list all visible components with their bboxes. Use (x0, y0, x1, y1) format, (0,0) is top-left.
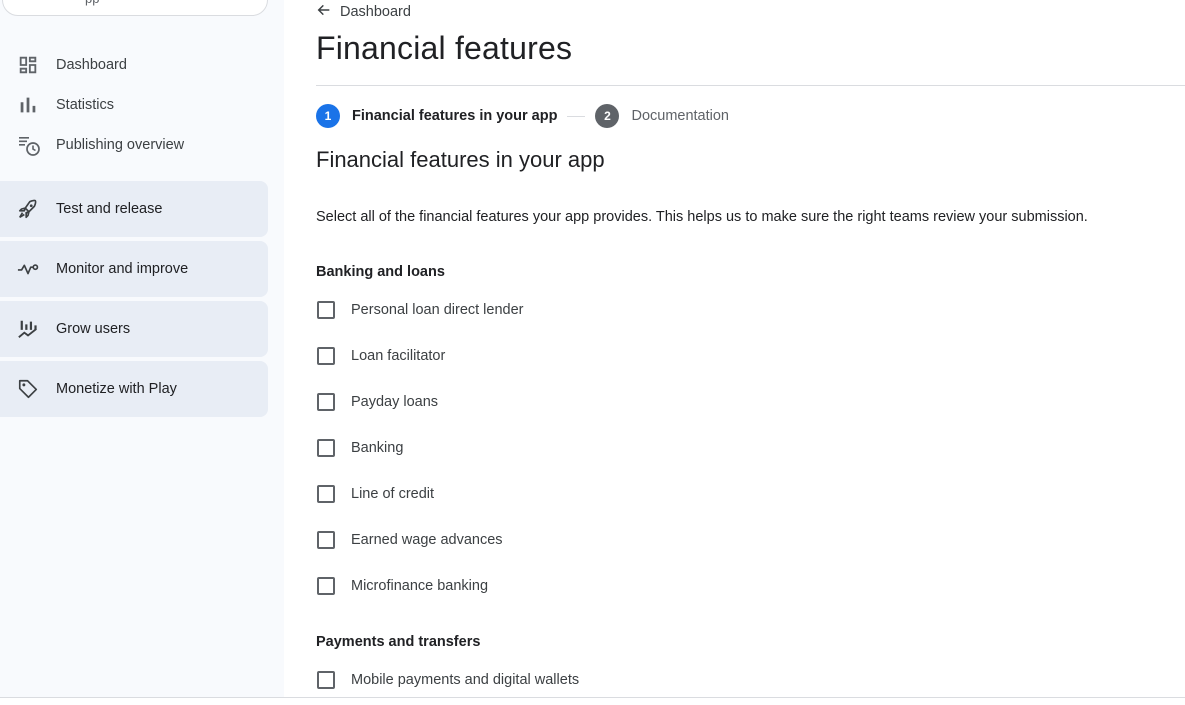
tag-icon (0, 378, 56, 400)
checkbox-label: Mobile payments and digital wallets (351, 672, 580, 688)
sidebar-item-dashboard[interactable]: Dashboard (0, 45, 268, 85)
checkbox-label: Line of credit (351, 486, 435, 502)
growth-chart-icon (0, 318, 56, 340)
group-heading-payments-and-transfers: Payments and transfers (316, 634, 481, 650)
checkbox-option[interactable]: Earned wage advances (316, 531, 503, 549)
section-description: Select all of the financial features you… (316, 209, 1088, 225)
checkbox[interactable] (317, 577, 335, 595)
checkbox-option[interactable]: Personal loan direct lender (316, 301, 524, 319)
checkbox[interactable] (317, 301, 335, 319)
checkbox[interactable] (317, 439, 335, 457)
stepper: 1 Financial features in your app 2 Docum… (316, 103, 729, 129)
sidebar-group-grow-users[interactable]: Grow users (0, 301, 268, 357)
checkbox[interactable] (317, 531, 335, 549)
arrow-back-icon (316, 2, 332, 22)
step-1-label[interactable]: Financial features in your app (352, 108, 557, 124)
checkbox-option[interactable]: Microfinance banking (316, 577, 488, 595)
section-title: Financial features in your app (316, 147, 605, 172)
checkbox-label: Microfinance banking (351, 578, 489, 594)
checkbox-label: Personal loan direct lender (351, 302, 524, 318)
sidebar: pp Dashboard Statistics Publishing overv… (0, 0, 284, 697)
sidebar-item-publishing-overview[interactable]: Publishing overview (0, 125, 268, 165)
checkbox-label: Banking (351, 440, 404, 456)
sidebar-item-label: Statistics (56, 97, 115, 113)
sidebar-item-label: Publishing overview (56, 137, 185, 153)
checkbox-option[interactable]: Banking (316, 439, 403, 457)
checkbox-option[interactable]: Loan facilitator (316, 347, 445, 365)
sidebar-group-label: Monetize with Play (56, 381, 177, 397)
bar-chart-icon (0, 94, 56, 116)
step-1-number: 1 (316, 104, 340, 128)
back-link[interactable]: Dashboard (316, 2, 411, 22)
sidebar-group-label: Grow users (56, 321, 131, 337)
app-selector-label: pp (85, 0, 99, 6)
schedule-list-icon (0, 133, 56, 157)
checkbox-label: Earned wage advances (351, 532, 503, 548)
vitals-icon (0, 258, 56, 280)
checkbox-label: Loan facilitator (351, 348, 446, 364)
sidebar-item-statistics[interactable]: Statistics (0, 85, 268, 125)
sidebar-group-label: Monitor and improve (56, 261, 189, 277)
checkbox-option[interactable]: Mobile payments and digital wallets (316, 671, 579, 689)
sidebar-item-label: Dashboard (56, 57, 127, 73)
step-2-number: 2 (595, 104, 620, 128)
checkbox-label: Payday loans (351, 394, 439, 410)
checkbox[interactable] (317, 347, 335, 365)
step-connector (567, 115, 586, 117)
sidebar-group-monetize-with-play[interactable]: Monetize with Play (0, 361, 268, 417)
page-title: Financial features (316, 30, 573, 66)
checkbox-option[interactable]: Payday loans (316, 393, 438, 411)
header-divider (316, 85, 1185, 86)
sidebar-group-test-and-release[interactable]: Test and release (0, 181, 268, 237)
checkbox[interactable] (317, 485, 335, 503)
back-link-label: Dashboard (340, 4, 411, 20)
sidebar-group-label: Test and release (56, 201, 163, 217)
checkbox[interactable] (317, 393, 335, 411)
checkbox-option[interactable]: Line of credit (316, 485, 434, 503)
step-2-label[interactable]: Documentation (631, 108, 729, 124)
checkbox[interactable] (317, 671, 335, 689)
rocket-icon (0, 198, 56, 220)
app-selector[interactable]: pp (2, 0, 268, 16)
group-heading-banking-and-loans: Banking and loans (316, 264, 445, 280)
sidebar-group-monitor-and-improve[interactable]: Monitor and improve (0, 241, 268, 297)
dashboard-icon (0, 54, 56, 76)
